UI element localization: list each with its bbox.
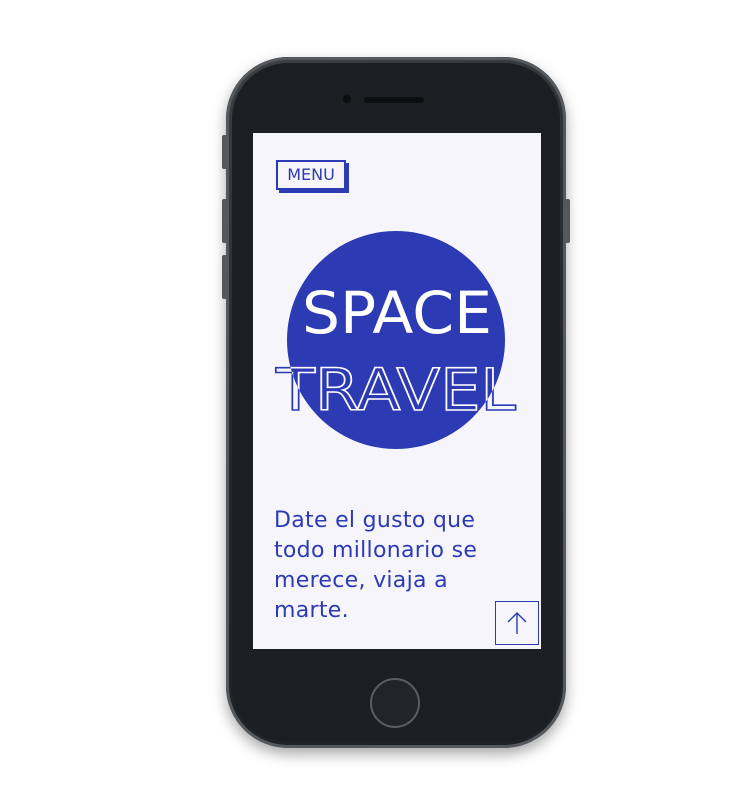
mute-switch xyxy=(222,135,227,169)
earpiece-speaker xyxy=(364,97,424,103)
scroll-to-top-button[interactable] xyxy=(495,601,539,645)
hero-title-line1: SPACE xyxy=(302,279,492,347)
home-button xyxy=(370,678,420,728)
arrow-up-icon xyxy=(507,612,527,634)
phone-screen: MENU SPACE SPACE TRAVEL TRAVEL Date el g… xyxy=(253,133,541,649)
volume-down-button xyxy=(222,255,227,299)
front-camera xyxy=(343,95,351,103)
power-button xyxy=(565,199,570,243)
mockup-stage: MENU SPACE SPACE TRAVEL TRAVEL Date el g… xyxy=(0,0,742,808)
volume-up-button xyxy=(222,199,227,243)
tagline-text: Date el gusto que todo millonario se mer… xyxy=(274,508,478,623)
